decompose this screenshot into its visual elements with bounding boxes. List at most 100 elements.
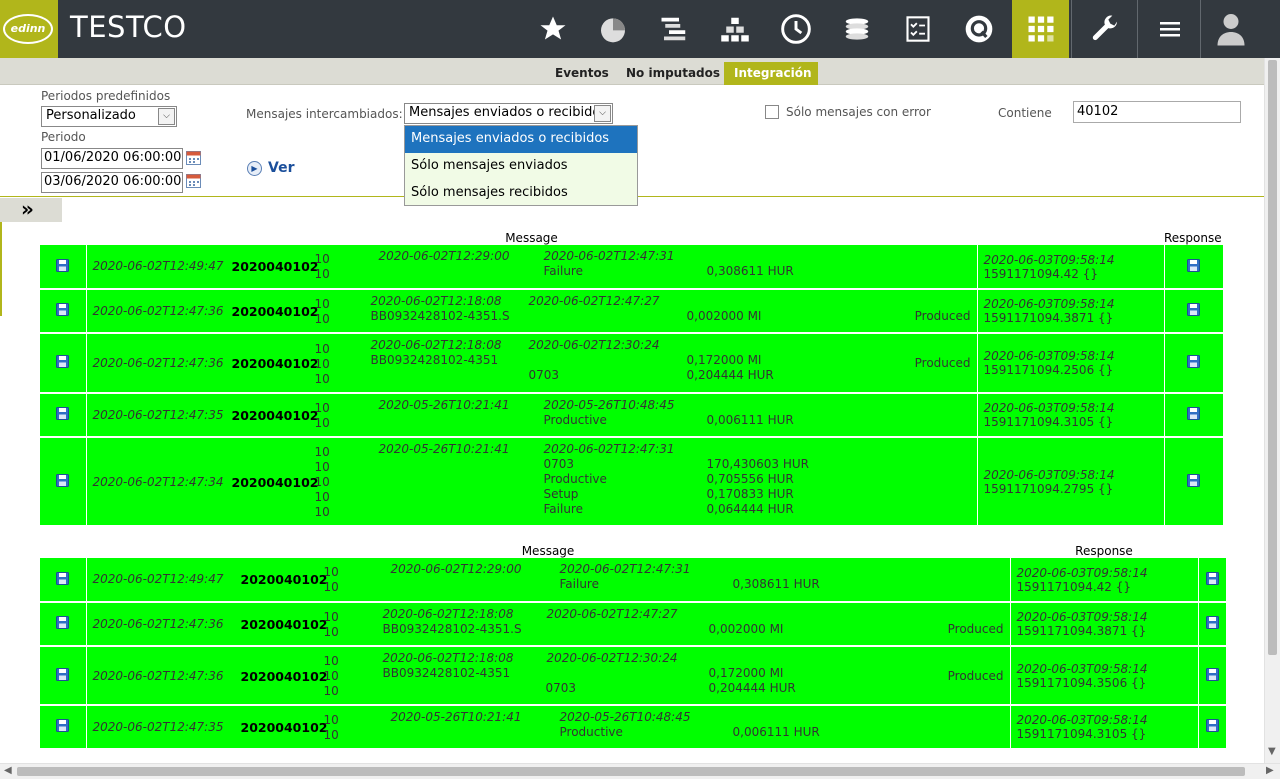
produced-label: Produced	[947, 669, 1004, 683]
coins-icon[interactable]	[834, 0, 880, 58]
chevron-down-icon[interactable]: ⌵	[594, 105, 611, 122]
response-value: 1591171094.3871 {}	[983, 311, 1114, 325]
calendar-icon[interactable]	[186, 174, 201, 188]
user-icon[interactable]	[1206, 0, 1256, 58]
order-code: 2020040102	[231, 356, 319, 371]
quantity-value: 10	[323, 610, 339, 624]
vertical-scrollbar[interactable]: ▼	[1264, 58, 1280, 763]
period-label: Periodo	[41, 130, 86, 144]
checklist-icon[interactable]	[895, 0, 941, 58]
save-icon[interactable]	[1205, 616, 1219, 629]
quantity-value: 10	[314, 490, 330, 504]
star-icon[interactable]	[530, 0, 576, 58]
save-cell[interactable]	[1164, 437, 1224, 527]
dropdown-option[interactable]: Sólo mensajes recibidos	[405, 180, 637, 207]
table-row: 2020-06-02T12:47:34 2020040102 10 10 10 10 10 2…	[40, 437, 1224, 527]
message-timestamp: 2020-06-02T12:47:35	[92, 720, 224, 734]
save-cell[interactable]	[40, 289, 87, 334]
chevron-down-icon[interactable]: ⌵	[158, 108, 175, 125]
tab-no-imputados[interactable]: No imputados	[616, 62, 730, 85]
pie-chart-icon[interactable]	[590, 0, 636, 58]
produced-label: Produced	[914, 309, 971, 323]
save-cell[interactable]	[40, 705, 87, 750]
periods-select[interactable]: Personalizado ⌵	[41, 106, 177, 127]
save-cell[interactable]	[1164, 393, 1224, 438]
save-cell[interactable]	[1198, 705, 1227, 750]
save-icon[interactable]	[56, 258, 70, 272]
horizontal-scrollbar[interactable]: ◀ ▶	[0, 763, 1280, 779]
save-cell[interactable]	[40, 333, 87, 394]
contains-input[interactable]: 40102	[1073, 101, 1241, 123]
message-cell: 2020-06-02T12:47:36 2020040102 10 10 2020-06…	[86, 289, 978, 334]
save-icon[interactable]	[1205, 667, 1219, 681]
response-value: 1591171094.3506 {}	[1016, 675, 1147, 690]
save-cell[interactable]	[1164, 289, 1224, 334]
save-cell[interactable]	[1198, 602, 1227, 647]
save-cell[interactable]	[40, 602, 87, 647]
start-timestamp: 2020-06-02T12:18:08	[382, 651, 514, 665]
quantity-value: 10	[314, 475, 330, 489]
messages-select[interactable]: Mensajes enviados o recibidos ⌵	[404, 103, 613, 124]
message-cell: 2020-06-02T12:47:36 2020040102 10 10 2020-06…	[86, 602, 1011, 647]
dropdown-option[interactable]: Mensajes enviados o recibidos	[405, 126, 637, 153]
scrollbar-thumb[interactable]	[1268, 60, 1277, 655]
messages-label: Mensajes intercambiados:	[246, 107, 403, 121]
date-from-input[interactable]: 01/06/2020 06:00:00	[41, 148, 183, 169]
messages-dropdown-list[interactable]: Mensajes enviados o recibidos Sólo mensa…	[404, 125, 638, 206]
expand-panel-button[interactable]: »	[0, 197, 62, 222]
order-code: 2020040102	[240, 572, 328, 587]
save-cell[interactable]	[40, 437, 87, 527]
dropdown-option[interactable]: Sólo mensajes enviados	[405, 153, 637, 180]
save-icon[interactable]	[56, 667, 70, 681]
save-icon[interactable]	[56, 616, 70, 629]
quantity-value: 10	[323, 654, 339, 668]
quantity-value: 10	[323, 684, 339, 698]
save-icon[interactable]	[1205, 571, 1219, 585]
save-cell[interactable]	[1164, 245, 1224, 290]
grid-icon[interactable]	[1012, 0, 1069, 58]
save-cell[interactable]	[40, 393, 87, 438]
save-icon[interactable]	[1187, 355, 1200, 368]
save-cell[interactable]	[40, 245, 87, 290]
save-cell[interactable]	[40, 558, 87, 603]
save-icon[interactable]	[56, 355, 70, 368]
save-icon[interactable]	[1187, 473, 1200, 487]
save-cell[interactable]	[1164, 333, 1224, 394]
save-icon[interactable]	[56, 303, 70, 316]
save-icon[interactable]	[1205, 719, 1219, 732]
menu-icon[interactable]	[1145, 0, 1195, 58]
gantt-icon[interactable]	[651, 0, 697, 58]
wrench-icon[interactable]	[1080, 0, 1130, 58]
tab-integracion[interactable]: Integración	[724, 62, 818, 85]
messages-table: Message Response 2020-06-02T12:49:47 2020…	[40, 230, 1224, 527]
tab-eventos[interactable]: Eventos	[545, 62, 619, 85]
double-chevron-right-icon: »	[21, 197, 34, 221]
save-icon[interactable]	[56, 407, 70, 420]
checkbox-box[interactable]	[765, 105, 779, 119]
scroll-right-arrow-icon[interactable]: ▶	[1266, 765, 1274, 776]
clock-icon[interactable]	[773, 0, 819, 58]
save-icon[interactable]	[1187, 303, 1200, 316]
scroll-left-arrow-icon[interactable]: ◀	[4, 765, 12, 776]
response-timestamp: 2020-06-03T09:58:14	[1016, 610, 1148, 624]
ver-button[interactable]: ▶ Ver	[247, 160, 294, 176]
table-row: 2020-06-02T12:47:36 2020040102 10 10 10 2020-…	[40, 646, 1227, 706]
save-icon[interactable]	[56, 719, 70, 732]
save-cell[interactable]	[1198, 646, 1227, 706]
hierarchy-icon[interactable]	[712, 0, 758, 58]
save-icon[interactable]	[1187, 258, 1200, 272]
scroll-down-arrow-icon[interactable]: ▼	[1268, 746, 1276, 757]
save-icon[interactable]	[1187, 407, 1200, 420]
date-to-input[interactable]: 03/06/2020 06:00:00	[41, 172, 183, 193]
calendar-icon[interactable]	[186, 151, 201, 165]
save-cell[interactable]	[1198, 558, 1227, 603]
reference-code: BB0932428102-4351	[382, 666, 511, 680]
q-icon[interactable]	[956, 0, 1002, 58]
app-logo[interactable]: edinn	[0, 0, 58, 58]
scrollbar-thumb[interactable]	[17, 767, 1245, 776]
sub-tab-bar: Eventos No imputados Integración	[0, 58, 1264, 85]
save-icon[interactable]	[56, 571, 70, 585]
save-cell[interactable]	[40, 646, 87, 706]
save-icon[interactable]	[56, 473, 70, 487]
only-errors-checkbox[interactable]: Sólo mensajes con error	[765, 105, 931, 119]
